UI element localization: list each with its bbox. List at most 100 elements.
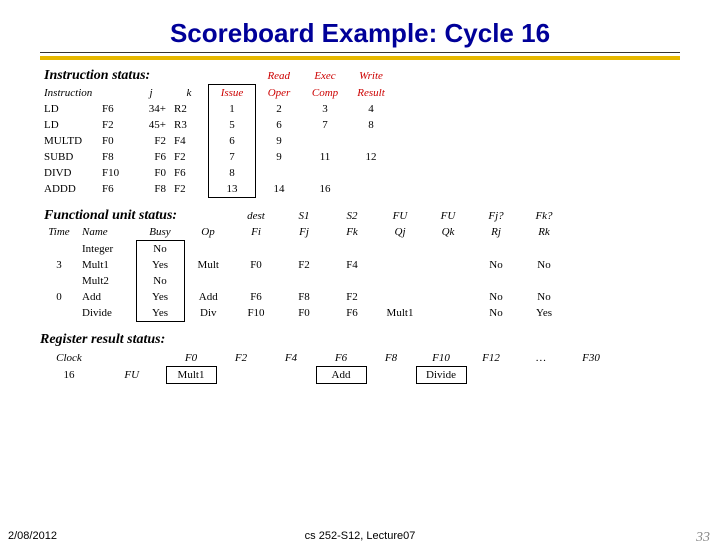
fu-status-table: Functional unit status: dest S1 S2 FU FU… bbox=[40, 208, 569, 322]
header-fuk: FU bbox=[424, 208, 472, 224]
fu-fj bbox=[280, 241, 328, 258]
header-qk: Qk bbox=[424, 224, 472, 241]
fu-busy: Yes bbox=[136, 305, 184, 322]
instr-op: DIVD bbox=[40, 165, 98, 181]
fu-qk bbox=[424, 241, 472, 258]
instr-j: F2 bbox=[132, 133, 170, 149]
instr-j: 45+ bbox=[132, 117, 170, 133]
fu-name: Divide bbox=[78, 305, 136, 322]
header-fjq: Fj? bbox=[472, 208, 520, 224]
instr-status-label: Instruction status: bbox=[40, 68, 209, 85]
fu-rk bbox=[520, 241, 568, 258]
header-issue: Issue bbox=[209, 85, 256, 102]
fu-rk: Yes bbox=[520, 305, 568, 322]
fu-fk: F2 bbox=[328, 289, 376, 305]
header-oper: Oper bbox=[256, 85, 303, 102]
instr-write: 4 bbox=[348, 101, 394, 117]
header-fk: Fk bbox=[328, 224, 376, 241]
fu-fj: F0 bbox=[280, 305, 328, 322]
instr-issue: 1 bbox=[209, 101, 256, 117]
fu-qj bbox=[376, 289, 424, 305]
instr-dst: F6 bbox=[98, 181, 132, 198]
instr-write: 12 bbox=[348, 149, 394, 165]
fu-fi: F0 bbox=[232, 257, 280, 273]
instr-read: 6 bbox=[256, 117, 303, 133]
footer-date: 2/08/2012 bbox=[8, 530, 57, 542]
fu-name: Mult1 bbox=[78, 257, 136, 273]
fu-name: Integer bbox=[78, 241, 136, 258]
fu-qj bbox=[376, 241, 424, 258]
reg-col-header: … bbox=[516, 350, 566, 367]
fu-label: FU bbox=[124, 369, 139, 381]
instr-k: F6 bbox=[170, 165, 209, 181]
footer-mid: cs 252-S12, Lecture07 bbox=[305, 530, 416, 542]
header-rk: Rk bbox=[520, 224, 568, 241]
header-clock: Clock bbox=[40, 350, 98, 367]
fu-fi: F10 bbox=[232, 305, 280, 322]
fu-time bbox=[40, 273, 78, 289]
table-row: IntegerNo bbox=[40, 241, 568, 258]
table-row: DIVDF10F0F68 bbox=[40, 165, 394, 181]
table-row: DivideYesDivF10F0F6Mult1NoYes bbox=[40, 305, 568, 322]
header-time: Time bbox=[40, 224, 78, 241]
instr-dst: F10 bbox=[98, 165, 132, 181]
fu-qk bbox=[424, 305, 472, 322]
table-row: ADDDF6F8F2131416 bbox=[40, 181, 394, 198]
instr-exec bbox=[302, 165, 348, 181]
header-op: Op bbox=[184, 224, 232, 241]
content-area: Instruction status: Read Exec Write Inst… bbox=[0, 60, 720, 384]
header-write: Write bbox=[348, 68, 394, 85]
instr-exec: 11 bbox=[302, 149, 348, 165]
fu-status-label: Functional unit status: bbox=[40, 208, 184, 224]
fu-rk bbox=[520, 273, 568, 289]
header-fi: Fi bbox=[232, 224, 280, 241]
fu-time bbox=[40, 241, 78, 258]
fu-op: Div bbox=[184, 305, 232, 322]
reg-col-value bbox=[366, 367, 416, 384]
header-fuj: FU bbox=[376, 208, 424, 224]
clock-value: 16 bbox=[40, 367, 98, 384]
instr-j: F6 bbox=[132, 149, 170, 165]
instr-dst: F2 bbox=[98, 117, 132, 133]
fu-busy: No bbox=[136, 273, 184, 289]
header-instruction: Instruction bbox=[40, 85, 98, 102]
instr-write bbox=[348, 133, 394, 149]
reg-col-header: F4 bbox=[266, 350, 316, 367]
reg-col-header: F8 bbox=[366, 350, 416, 367]
instr-exec: 3 bbox=[302, 101, 348, 117]
instr-write bbox=[348, 165, 394, 181]
fu-rj bbox=[472, 273, 520, 289]
footer-page: 33 bbox=[696, 530, 710, 546]
instr-op: LD bbox=[40, 101, 98, 117]
reg-col-value: Add bbox=[316, 367, 366, 384]
fu-op: Add bbox=[184, 289, 232, 305]
instr-read: 2 bbox=[256, 101, 303, 117]
fu-time: 3 bbox=[40, 257, 78, 273]
fu-qj bbox=[376, 257, 424, 273]
instr-read: 9 bbox=[256, 133, 303, 149]
header-fkq: Fk? bbox=[520, 208, 568, 224]
instr-k: R3 bbox=[170, 117, 209, 133]
header-exec: Exec bbox=[302, 68, 348, 85]
header-qj: Qj bbox=[376, 224, 424, 241]
reg-col-header: F6 bbox=[316, 350, 366, 367]
instr-issue: 8 bbox=[209, 165, 256, 181]
fu-rj: No bbox=[472, 289, 520, 305]
instr-write bbox=[348, 181, 394, 198]
instr-exec bbox=[302, 133, 348, 149]
reg-col-header: F30 bbox=[566, 350, 616, 367]
fu-fi bbox=[232, 241, 280, 258]
instr-read: 14 bbox=[256, 181, 303, 198]
table-row: LDF634+R21234 bbox=[40, 101, 394, 117]
fu-busy: No bbox=[136, 241, 184, 258]
header-comp: Comp bbox=[302, 85, 348, 102]
header-fj: Fj bbox=[280, 224, 328, 241]
instr-issue: 6 bbox=[209, 133, 256, 149]
fu-busy: Yes bbox=[136, 289, 184, 305]
instr-exec: 7 bbox=[302, 117, 348, 133]
instr-k: R2 bbox=[170, 101, 209, 117]
fu-qk bbox=[424, 273, 472, 289]
table-row: Mult2No bbox=[40, 273, 568, 289]
header-j: j bbox=[132, 85, 170, 102]
fu-fj: F2 bbox=[280, 257, 328, 273]
